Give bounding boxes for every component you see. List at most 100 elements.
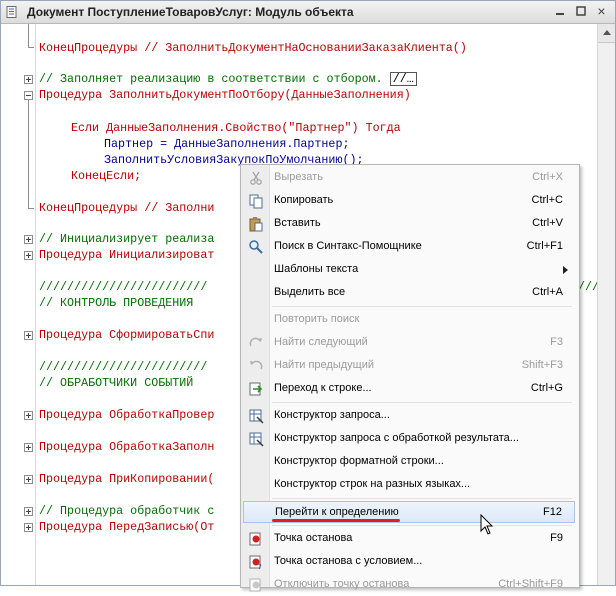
menu-item-paste[interactable]: Вставить Ctrl+V: [243, 213, 575, 235]
menu-item-shortcut: Ctrl+V: [532, 217, 563, 229]
submenu-arrow-icon: [563, 266, 568, 274]
menu-item-shortcut: Shift+F3: [521, 359, 563, 371]
copy-icon: [249, 194, 263, 209]
expand-toggle[interactable]: [24, 507, 33, 516]
menu-item-syntax-helper-search[interactable]: Поиск в Синтакс-Помощнике Ctrl+F1: [243, 236, 575, 258]
menu-item-label: Вырезать: [274, 171, 323, 183]
menu-item-multilang-string-builder[interactable]: Конструктор строк на разных языках...: [243, 474, 575, 496]
expand-toggle[interactable]: [24, 331, 33, 340]
menu-item-shortcut: F3: [550, 336, 563, 348]
menu-item-label: Точка останова: [274, 532, 353, 544]
code-line: // Заполняет реализацию в соответствии с…: [39, 71, 417, 87]
arrow-up-icon: [603, 30, 611, 35]
menu-item-cut[interactable]: Вырезать Ctrl+X: [243, 167, 575, 189]
expand-toggle[interactable]: [24, 251, 33, 260]
code-line: КонецПроцедуры // Заполни: [39, 201, 215, 215]
menu-item-label: Перейти к определению: [275, 506, 399, 518]
close-icon: ×: [597, 3, 606, 19]
fold-end-tick: [28, 208, 34, 209]
menu-separator: [272, 306, 572, 307]
collapsed-fold-marker[interactable]: //…: [389, 72, 417, 86]
menu-item-label: Вставить: [274, 217, 321, 229]
code-line: КонецПроцедуры // ЗаполнитьДокументНаОсн…: [39, 41, 467, 55]
menu-item-text-templates[interactable]: Шаблоны текста: [243, 259, 575, 281]
menu-item-find-previous[interactable]: Найти предыдущий Shift+F3: [243, 355, 575, 377]
maximize-icon: [575, 6, 586, 16]
menu-item-label: Конструктор строк на разных языках...: [274, 478, 471, 490]
conditional-breakpoint-icon: ?: [249, 555, 262, 570]
menu-item-breakpoint[interactable]: Точка останова F9: [243, 528, 575, 550]
code-line: Процедура ОбработкаЗаполн: [39, 440, 215, 454]
expand-toggle[interactable]: [24, 235, 33, 244]
menu-item-repeat-search[interactable]: Повторить поиск: [243, 309, 575, 331]
window-title: Документ ПоступлениеТоваровУслуг: Модуль…: [27, 5, 354, 19]
menu-item-goto-line[interactable]: Переход к строке... Ctrl+G: [243, 378, 575, 400]
mouse-pointer-icon: [480, 514, 494, 535]
fold-line: [28, 100, 29, 208]
scissors-icon: [250, 171, 262, 185]
code-line: ////////////////////////: [39, 280, 208, 294]
menu-item-shortcut: F12: [543, 506, 562, 518]
code-line: Процедура ОбработкаПровер: [39, 408, 215, 422]
comment-text: // Заполняет реализацию в соответствии с…: [39, 72, 383, 86]
close-button[interactable]: ×: [593, 3, 610, 19]
collapse-toggle[interactable]: [24, 91, 33, 100]
menu-item-label: Шаблоны текста: [274, 263, 359, 275]
code-line: // Инициализирует реализа: [39, 232, 215, 246]
menu-item-copy[interactable]: Копировать Ctrl+C: [243, 190, 575, 212]
menu-item-select-all[interactable]: Выделить все Ctrl+A: [243, 282, 575, 304]
menu-item-conditional-breakpoint[interactable]: ? Точка останова с условием...: [243, 551, 575, 573]
menu-item-label: Выделить все: [274, 286, 346, 298]
module-document-icon: [6, 6, 17, 18]
menu-item-label: Отключить точку останова: [274, 578, 410, 590]
expand-toggle[interactable]: [24, 75, 33, 84]
vertical-scrollbar[interactable]: [597, 24, 615, 585]
menu-item-find-next[interactable]: Найти следующий F3: [243, 332, 575, 354]
code-line: // КОНТРОЛЬ ПРОВЕДЕНИЯ: [39, 296, 194, 310]
menu-item-label: Конструктор запроса...: [274, 409, 390, 421]
context-menu: Вырезать Ctrl+X Копировать Ctrl+C Встави…: [240, 164, 580, 592]
code-line: // Процедура обработчик с: [39, 504, 215, 518]
code-line: Процедура ПередЗаписью(От: [39, 520, 215, 534]
menu-item-label: Найти следующий: [274, 336, 368, 348]
code-line: ////////////////////////////////////////…: [578, 280, 597, 294]
fold-gutter: [1, 24, 36, 585]
menu-separator: [272, 498, 572, 499]
find-next-icon: [249, 337, 262, 347]
minimize-button[interactable]: [551, 3, 568, 19]
expand-toggle[interactable]: [24, 443, 33, 452]
menu-item-format-string-builder[interactable]: Конструктор форматной строки...: [243, 451, 575, 473]
query-builder-result-icon: [249, 432, 264, 447]
menu-item-shortcut: Ctrl+C: [531, 194, 563, 206]
expand-toggle[interactable]: [24, 411, 33, 420]
title-bar: Документ ПоступлениеТоваровУслуг: Модуль…: [1, 1, 615, 24]
code-line: Процедура Инициализироват: [39, 248, 215, 262]
menu-item-shortcut: Ctrl+A: [532, 286, 563, 298]
menu-item-label: Копировать: [274, 194, 334, 206]
disable-breakpoint-icon: [249, 578, 261, 592]
maximize-button[interactable]: [572, 3, 589, 19]
code-line: КонецЕсли;: [71, 169, 142, 183]
minimize-icon: [555, 13, 564, 15]
code-line: Процедура ПриКопировании(: [39, 472, 215, 486]
menu-separator: [272, 402, 572, 403]
menu-item-shortcut: F9: [550, 532, 563, 544]
scroll-up-button[interactable]: [598, 24, 615, 43]
highlight-underline: [272, 519, 400, 522]
menu-item-label: Переход к строке...: [274, 382, 372, 394]
expand-toggle[interactable]: [24, 523, 33, 532]
syntax-helper-search-icon: [249, 240, 263, 254]
menu-item-query-builder-with-result[interactable]: Конструктор запроса с обработкой результ…: [243, 428, 575, 450]
menu-item-disable-breakpoint[interactable]: Отключить точку останова Ctrl+Shift+F9: [243, 574, 575, 596]
goto-line-icon: [249, 382, 263, 396]
menu-separator: [272, 525, 572, 526]
code-line: Процедура ЗаполнитьДокументПоОтбору(Данн…: [39, 88, 411, 102]
code-line: Если ДанныеЗаполнения.Свойство("Партнер"…: [71, 121, 401, 135]
menu-item-label: Конструктор запроса с обработкой результ…: [274, 432, 519, 444]
expand-toggle[interactable]: [24, 475, 33, 484]
fold-line: [28, 24, 29, 47]
fold-end-tick: [28, 47, 34, 48]
code-line: Партнер = ДанныеЗаполнения.Партнер;: [104, 137, 350, 151]
code-line: // ОБРАБОТЧИКИ СОБЫТИЙ: [39, 376, 194, 390]
menu-item-query-builder[interactable]: Конструктор запроса...: [243, 405, 575, 427]
